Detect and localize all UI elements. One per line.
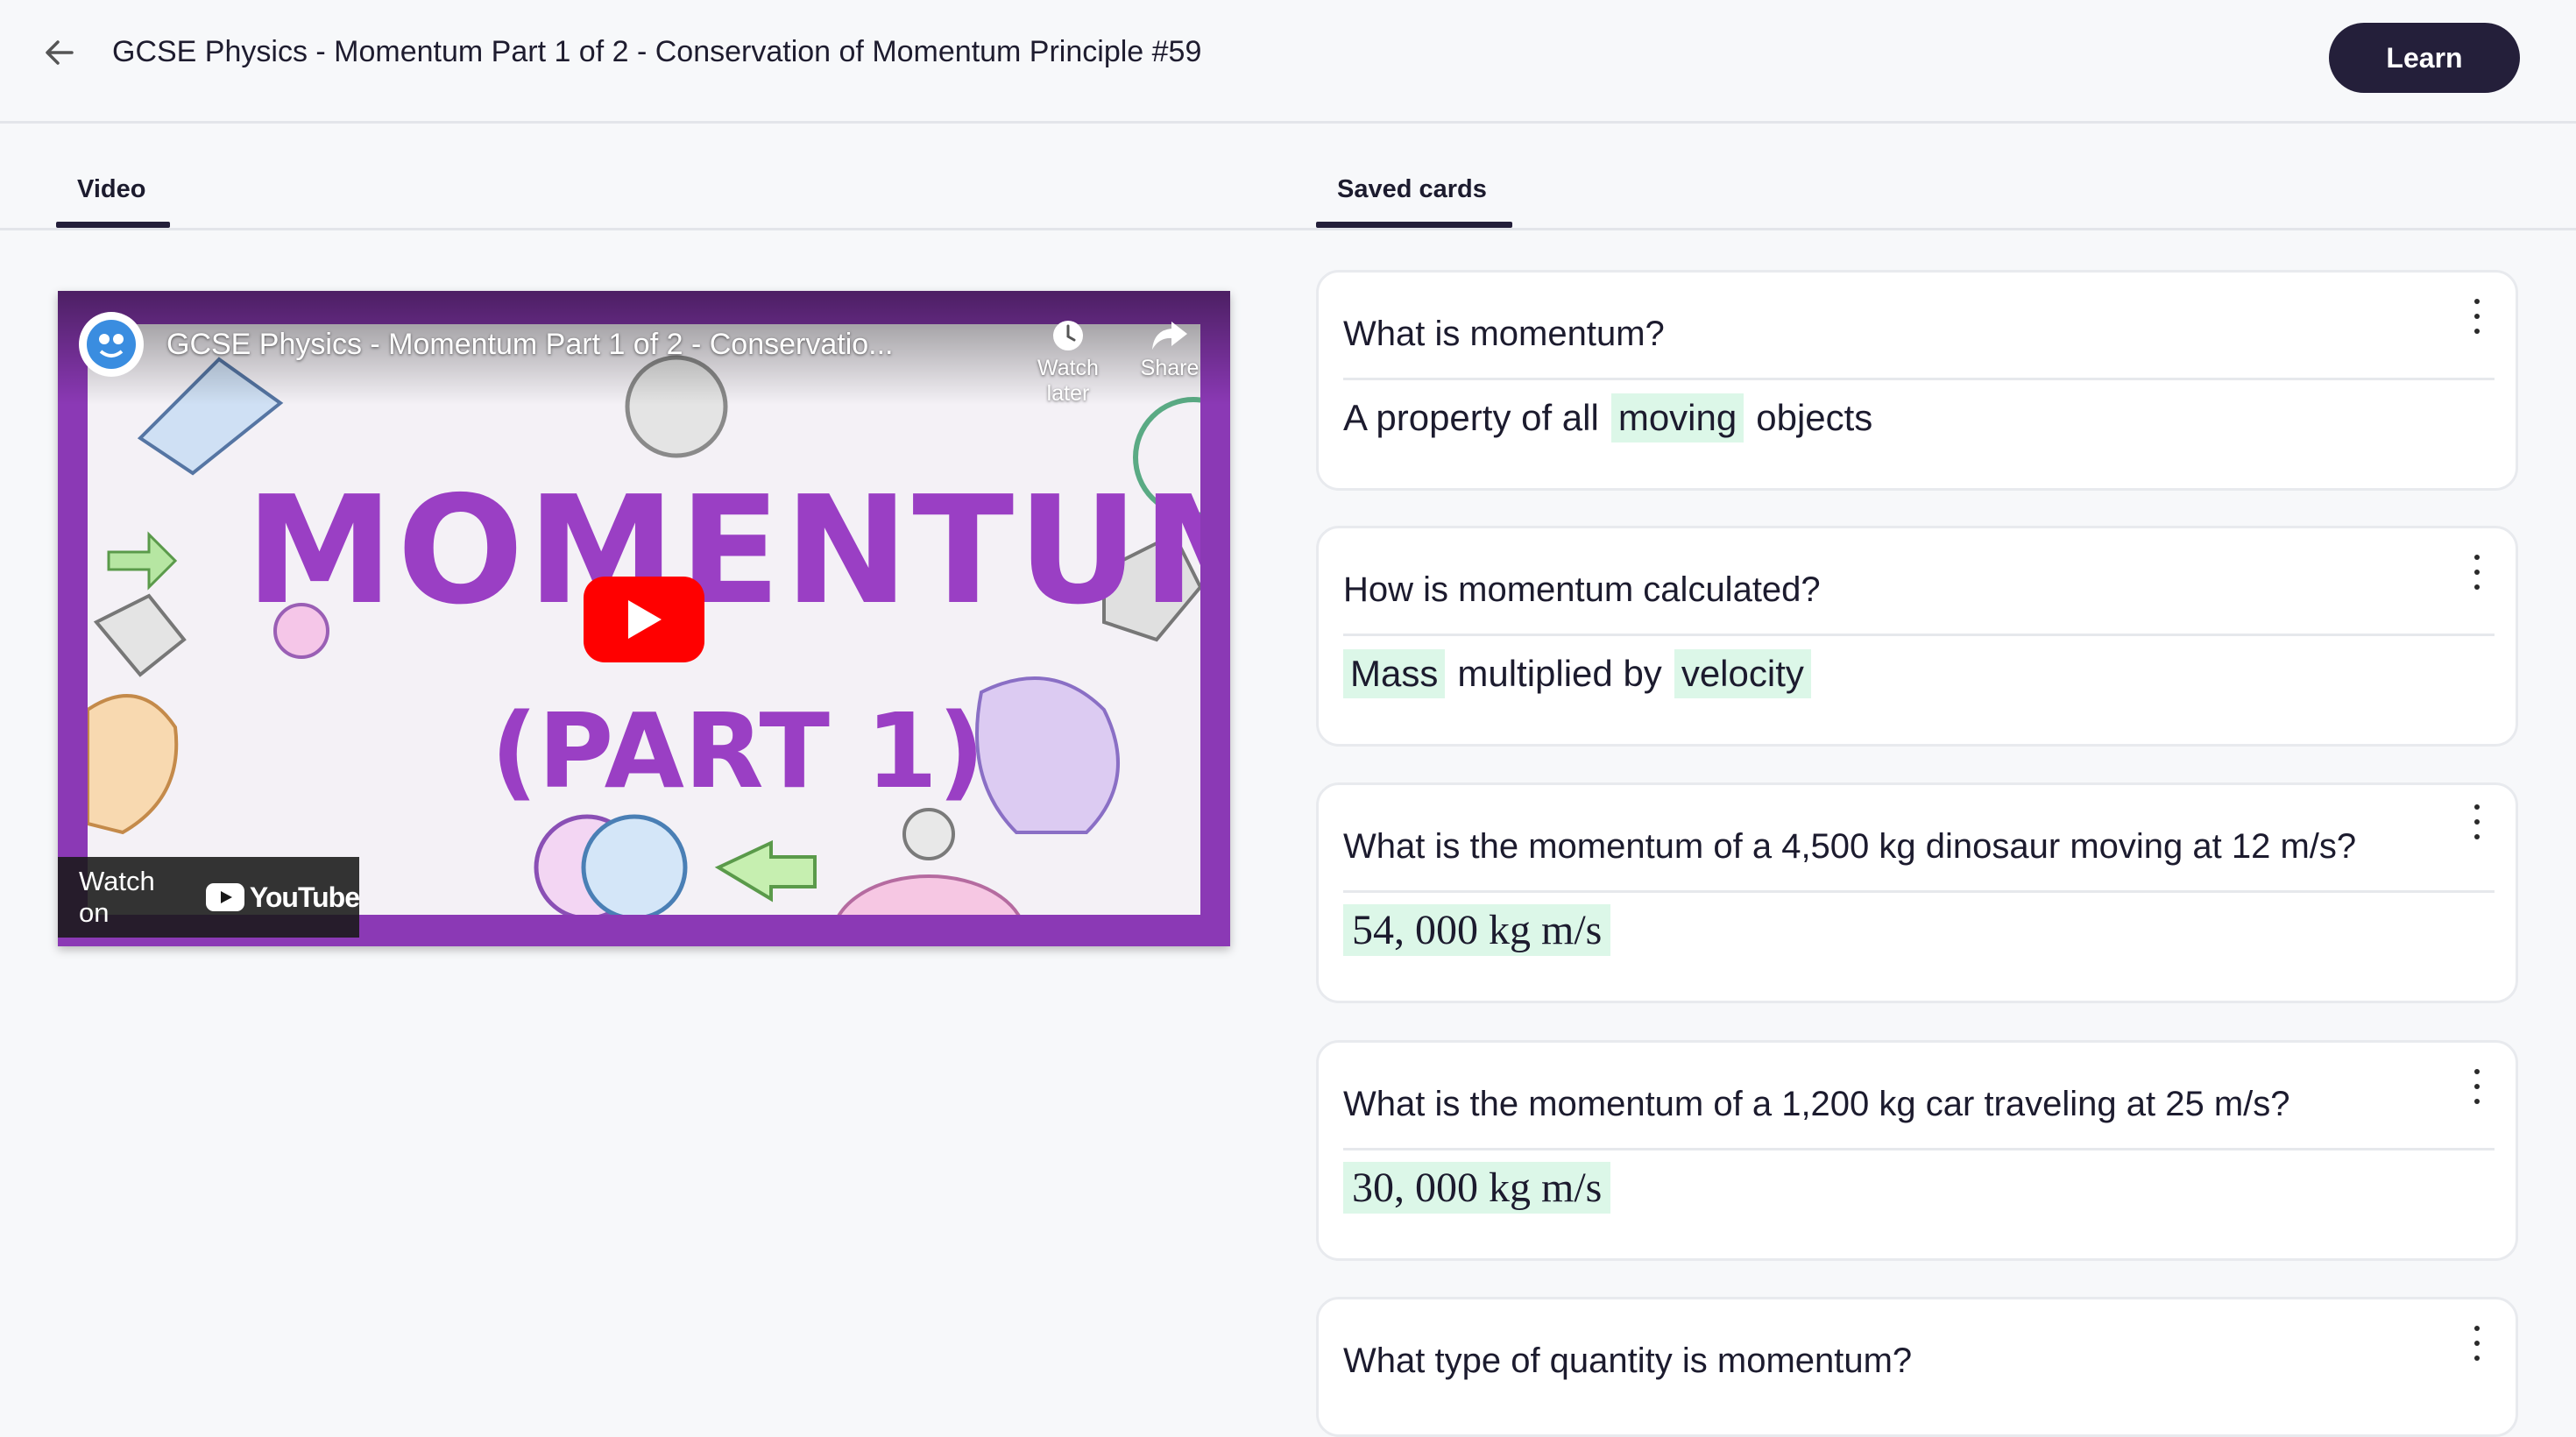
- saved-card[interactable]: How is momentum calculated? Mass multipl…: [1316, 526, 2518, 747]
- saved-card[interactable]: What type of quantity is momentum?: [1316, 1297, 2518, 1437]
- tab-saved-cards[interactable]: Saved cards: [1337, 175, 1487, 204]
- learn-button[interactable]: Learn: [2329, 23, 2520, 93]
- thumbnail-subtitle: (PART 1): [491, 690, 986, 811]
- youtube-play-icon: [205, 883, 244, 911]
- thumbnail-title: MOMENTUM: [245, 464, 1200, 638]
- arrow-left-icon: [46, 40, 74, 65]
- card-answer: A property of all moving objects: [1343, 393, 1872, 442]
- watch-later-button[interactable]: Watch later: [1020, 315, 1116, 407]
- watch-on-youtube-button[interactable]: Watch on YouTube: [58, 857, 360, 938]
- top-bar: GCSE Physics - Momentum Part 1 of 2 - Co…: [0, 0, 2576, 124]
- answer-math: 54, 000 kg m/s: [1343, 904, 1611, 956]
- answer-math: 30, 000 kg m/s: [1343, 1162, 1611, 1214]
- answer-text: multiplied by: [1457, 653, 1662, 694]
- card-answer: 54, 000 kg m/s: [1343, 904, 1611, 956]
- card-answer: Mass multiplied by velocity: [1343, 649, 1811, 698]
- answer-text: A property of all: [1343, 397, 1599, 438]
- card-divider: [1343, 378, 2495, 380]
- answer-highlight: moving: [1610, 393, 1744, 442]
- youtube-wordmark: YouTube: [249, 881, 360, 913]
- video-title[interactable]: GCSE Physics - Momentum Part 1 of 2 - Co…: [166, 328, 894, 362]
- channel-avatar[interactable]: [79, 312, 144, 377]
- share-button[interactable]: Share: [1122, 315, 1218, 381]
- share-icon: [1152, 322, 1187, 350]
- more-options-icon[interactable]: [2468, 299, 2486, 334]
- watch-on-label: Watch on: [79, 866, 155, 928]
- back-button[interactable]: [35, 28, 84, 77]
- share-label: Share: [1140, 356, 1200, 380]
- page-title: GCSE Physics - Momentum Part 1 of 2 - Co…: [112, 35, 1202, 68]
- video-player[interactable]: MOMENTUM (PART 1) GCSE Physics - Momentu…: [58, 291, 1230, 946]
- saved-card[interactable]: What is momentum? A property of all movi…: [1316, 270, 2518, 491]
- more-options-icon[interactable]: [2468, 804, 2486, 839]
- card-question: What is the momentum of a 4,500 kg dinos…: [1343, 827, 2357, 866]
- card-answer: 30, 000 kg m/s: [1343, 1162, 1611, 1214]
- more-options-icon[interactable]: [2468, 1326, 2486, 1361]
- clock-icon: [1053, 321, 1083, 350]
- tab-saved-cards-underline: [1316, 222, 1512, 228]
- card-divider: [1343, 890, 2495, 893]
- card-divider: [1343, 634, 2495, 636]
- watch-later-label: Watch later: [1037, 356, 1099, 406]
- more-options-icon[interactable]: [2468, 1069, 2486, 1104]
- card-question: What is the momentum of a 1,200 kg car t…: [1343, 1085, 2290, 1123]
- youtube-logo: YouTube: [205, 881, 360, 914]
- saved-card[interactable]: What is the momentum of a 4,500 kg dinos…: [1316, 782, 2518, 1003]
- answer-text: objects: [1756, 397, 1873, 438]
- card-question: What type of quantity is momentum?: [1343, 1341, 1913, 1380]
- card-question: What is momentum?: [1343, 315, 1665, 353]
- saved-card[interactable]: What is the momentum of a 1,200 kg car t…: [1316, 1040, 2518, 1261]
- answer-highlight: Mass: [1343, 649, 1446, 698]
- more-options-icon[interactable]: [2468, 555, 2486, 590]
- tab-video[interactable]: Video: [77, 175, 145, 204]
- tab-video-underline: [56, 222, 170, 228]
- play-button[interactable]: [584, 577, 704, 662]
- card-divider: [1343, 1148, 2495, 1150]
- tabs-divider: [0, 228, 2576, 230]
- answer-highlight: velocity: [1674, 649, 1811, 698]
- cognito-logo-icon: [87, 320, 136, 369]
- play-icon: [628, 600, 662, 639]
- card-question: How is momentum calculated?: [1343, 570, 1821, 609]
